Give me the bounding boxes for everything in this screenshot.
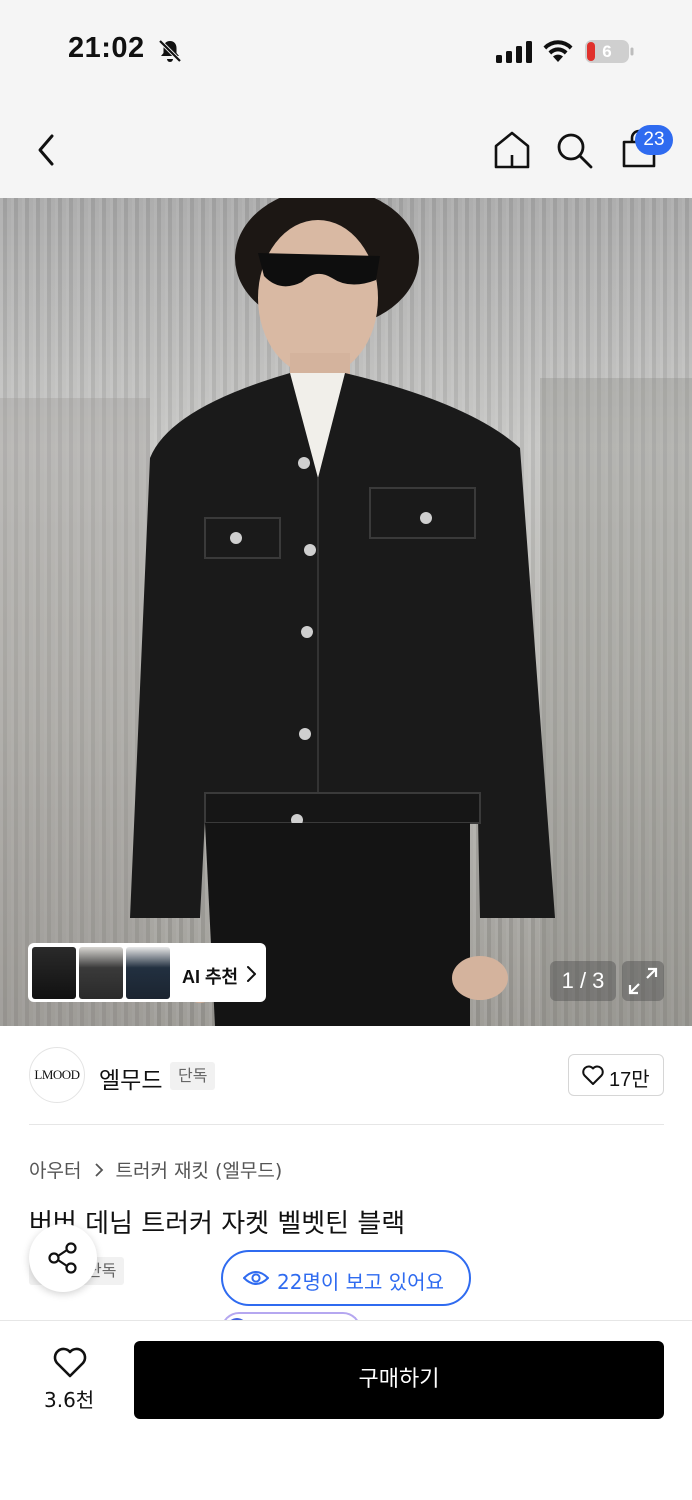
status-time: 21:02	[68, 32, 145, 64]
image-page-indicator: 1 / 3	[550, 961, 616, 1001]
eye-icon	[243, 1271, 269, 1285]
ai-recommend-label: AI 추천	[182, 967, 239, 987]
home-icon[interactable]	[492, 129, 532, 171]
wifi-icon	[543, 40, 573, 62]
divider	[29, 1124, 664, 1125]
bell-off-icon	[158, 39, 182, 63]
heart-icon	[582, 1065, 604, 1085]
back-icon[interactable]	[32, 130, 62, 170]
search-icon[interactable]	[554, 130, 594, 170]
battery-level: 6	[602, 42, 612, 61]
brand-logo[interactable]: LMOOD	[29, 1047, 85, 1103]
breadcrumb-category[interactable]: 아우터	[29, 1160, 81, 1182]
buy-button[interactable]: 구매하기	[134, 1341, 664, 1419]
breadcrumb: 아우터 트러커 재킷 (엘무드)	[29, 1156, 282, 1183]
chevron-right-icon	[94, 1162, 103, 1177]
share-button[interactable]	[29, 1224, 97, 1292]
breadcrumb-subcategory[interactable]: 트러커 재킷 (엘무드)	[116, 1160, 283, 1182]
expand-image-button[interactable]	[622, 961, 664, 1001]
viewers-toast: 22명이 보고 있어요	[221, 1250, 471, 1306]
share-icon	[48, 1242, 77, 1274]
wishlist-count: 3.6천	[44, 1388, 95, 1412]
status-bar: 21:02 6	[0, 0, 692, 100]
exclusive-badge: 단독	[170, 1062, 216, 1090]
ai-thumbnail	[126, 947, 170, 999]
product-image[interactable]	[0, 198, 692, 1026]
model-illustration	[0, 198, 692, 1026]
signal-icon	[496, 41, 532, 63]
brand-name[interactable]: 엘무드	[99, 1061, 162, 1095]
chevron-right-icon	[247, 966, 256, 982]
expand-icon	[628, 967, 658, 995]
brand-like-count: 17만	[609, 1069, 650, 1091]
heart-icon[interactable]	[52, 1345, 88, 1379]
ai-thumbnail	[79, 947, 123, 999]
cart-count-badge: 23	[635, 125, 673, 155]
brand-like-button[interactable]: 17만	[568, 1054, 664, 1096]
ai-thumbnail	[32, 947, 76, 999]
viewers-count-text: 22명이 보고 있어요	[277, 1270, 444, 1294]
